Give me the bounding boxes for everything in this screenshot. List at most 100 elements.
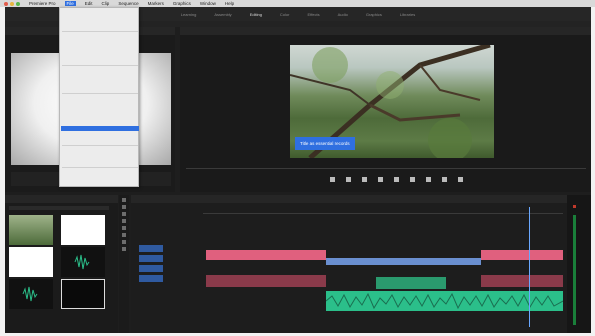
menu-item[interactable]	[64, 160, 138, 165]
menu-item[interactable]	[64, 148, 138, 153]
menu-item[interactable]	[64, 24, 138, 29]
selection-tool-icon[interactable]	[122, 198, 126, 202]
menu-separator	[62, 65, 138, 66]
video-clip-blue[interactable]	[326, 258, 481, 265]
track-target-v1[interactable]	[139, 245, 163, 252]
menu-item[interactable]	[64, 114, 138, 119]
marker-icon[interactable]	[330, 177, 335, 182]
audio-thumbnail[interactable]	[9, 279, 53, 309]
menu-sequence[interactable]: Sequence	[118, 1, 138, 6]
media-thumbnail[interactable]	[61, 215, 105, 245]
mac-menubar: Premiere Pro File Edit Clip Sequence Mar…	[0, 0, 595, 7]
track-target-a2[interactable]	[139, 265, 163, 272]
menu-item[interactable]	[64, 176, 138, 181]
step-forward-icon[interactable]	[410, 177, 415, 182]
type-tool-icon[interactable]	[122, 247, 126, 251]
program-time-ruler[interactable]	[186, 168, 586, 169]
hand-tool-icon[interactable]	[122, 240, 126, 244]
menu-item[interactable]	[64, 40, 138, 45]
track-target-a1[interactable]	[139, 255, 163, 262]
menu-item[interactable]	[64, 132, 138, 137]
menu-item[interactable]	[64, 12, 138, 17]
menu-separator	[62, 93, 138, 94]
meter-peak-indicator	[573, 205, 576, 208]
workspace-tab[interactable]: Libraries	[400, 12, 415, 17]
audio-clip-green[interactable]	[376, 277, 446, 289]
zoom-icon[interactable]	[16, 1, 20, 6]
timeline-ruler[interactable]	[203, 207, 563, 214]
in-point-icon[interactable]	[346, 177, 351, 182]
menu-item-highlighted[interactable]	[61, 126, 139, 131]
workspace-tab[interactable]: Learning	[181, 12, 197, 17]
media-thumbnail-selected[interactable]	[61, 279, 105, 309]
menu-item[interactable]	[64, 68, 138, 73]
file-menu-dropdown	[59, 7, 139, 187]
timeline-playhead[interactable]	[529, 207, 530, 327]
pen-tool-icon[interactable]	[122, 233, 126, 237]
workspace-tab-active[interactable]: Editing	[250, 12, 262, 17]
audio-thumbnail[interactable]	[61, 247, 105, 277]
menu-item[interactable]	[64, 154, 138, 159]
lift-icon[interactable]	[426, 177, 431, 182]
menu-item[interactable]	[64, 58, 138, 63]
menu-graphics[interactable]: Graphics	[173, 1, 191, 6]
media-thumbnail[interactable]	[9, 247, 53, 277]
menu-item[interactable]	[64, 86, 138, 91]
media-thumbnail[interactable]	[9, 215, 53, 245]
razor-tool-icon[interactable]	[122, 219, 126, 223]
workspace-tab[interactable]: Effects	[307, 12, 319, 17]
menu-clip[interactable]: Clip	[102, 1, 110, 6]
step-back-icon[interactable]	[378, 177, 383, 182]
menu-app[interactable]: Premiere Pro	[29, 1, 56, 6]
program-video-frame[interactable]: Title as essential records	[290, 45, 494, 158]
timeline-panel	[131, 195, 591, 333]
menu-edit[interactable]: Edit	[85, 1, 93, 6]
menu-item[interactable]	[64, 102, 138, 107]
menu-item[interactable]	[64, 18, 138, 23]
menu-separator	[62, 31, 138, 32]
menu-file[interactable]: File	[64, 1, 76, 6]
video-clip-pink[interactable]	[206, 250, 326, 260]
slip-tool-icon[interactable]	[122, 226, 126, 230]
transport-controls	[330, 177, 463, 182]
menu-item[interactable]	[64, 138, 138, 143]
workspace-tab[interactable]: Color	[280, 12, 290, 17]
music-audio-clip[interactable]	[325, 291, 564, 311]
audio-clip-maroon[interactable]	[206, 275, 326, 287]
meter-level-bar	[573, 215, 576, 325]
project-panel	[5, 195, 118, 333]
close-icon[interactable]	[4, 1, 8, 6]
workspace-tab[interactable]: Assembly	[214, 12, 231, 17]
menu-item[interactable]	[64, 120, 138, 125]
minimize-icon[interactable]	[10, 1, 14, 6]
play-icon[interactable]	[394, 177, 399, 182]
workspace-tab[interactable]: Audio	[338, 12, 348, 17]
program-monitor-header	[180, 27, 591, 35]
out-point-icon[interactable]	[362, 177, 367, 182]
workspace-tab[interactable]: Graphics	[366, 12, 382, 17]
project-search-input[interactable]	[9, 206, 109, 210]
extract-icon[interactable]	[442, 177, 447, 182]
menu-item[interactable]	[64, 96, 138, 101]
waveform-icon	[74, 254, 90, 270]
caption-title[interactable]: Title as essential records	[295, 137, 355, 150]
track-target-a3[interactable]	[139, 275, 163, 282]
menu-separator	[62, 145, 138, 146]
audio-clip-maroon[interactable]	[481, 275, 563, 287]
export-frame-icon[interactable]	[458, 177, 463, 182]
menu-markers[interactable]: Markers	[148, 1, 164, 6]
menu-item[interactable]	[64, 46, 138, 51]
menu-item[interactable]	[64, 80, 138, 85]
menu-item[interactable]	[64, 74, 138, 79]
menu-help[interactable]: Help	[225, 1, 234, 6]
menu-item[interactable]	[64, 170, 138, 175]
track-select-tool-icon[interactable]	[122, 205, 126, 209]
timeline-header	[131, 195, 591, 203]
menu-window[interactable]: Window	[200, 1, 216, 6]
ripple-edit-tool-icon[interactable]	[122, 212, 126, 216]
waveform-icon	[22, 286, 38, 302]
menu-item[interactable]	[64, 52, 138, 57]
menu-item[interactable]	[64, 108, 138, 113]
menu-item[interactable]	[64, 34, 138, 39]
video-clip-pink[interactable]	[481, 250, 563, 260]
